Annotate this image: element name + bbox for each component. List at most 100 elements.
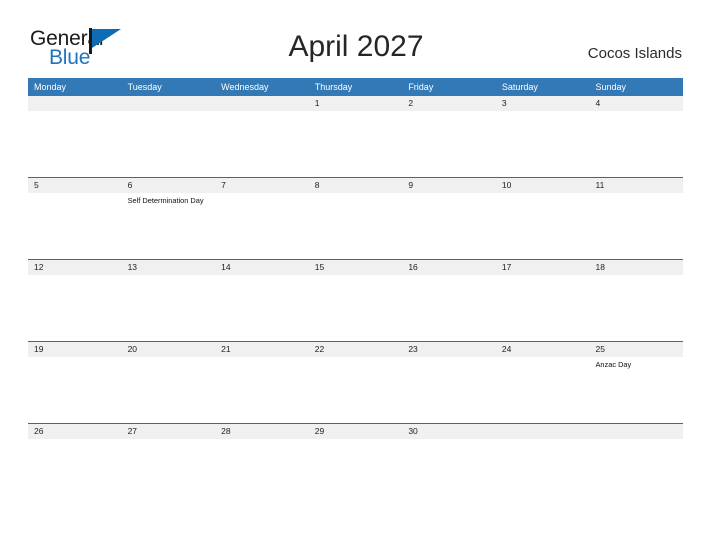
calendar-day-cell[interactable]: 7 [215,178,309,259]
day-events [402,111,496,114]
day-number-strip: 26 [28,424,122,439]
calendar-week-row: 26 27 28 29 30 [28,423,684,505]
calendar-day-cell-empty [589,424,684,505]
calendar-day-cell[interactable]: 24 [495,342,590,423]
day-number: 3 [501,98,507,108]
day-events [122,439,216,442]
week-band: 12 13 14 15 16 17 18 [28,260,684,341]
day-number-strip: 19 [28,342,122,357]
calendar-week-row: 12 13 14 15 16 17 18 [28,259,684,341]
calendar-day-cell[interactable]: 22 [308,342,403,423]
day-number-strip: 1 [308,96,403,111]
day-number: 13 [127,262,138,272]
day-number: 2 [408,98,414,108]
day-number: 8 [314,180,320,190]
calendar-day-cell[interactable]: 23 [402,342,496,423]
calendar-day-cell[interactable]: 8 [308,178,403,259]
day-events [215,193,309,196]
calendar-day-cell[interactable]: 5 [28,178,122,259]
day-number: 20 [127,344,138,354]
calendar-day-cell[interactable]: 6 Self Determination Day [121,178,216,259]
calendar-day-cell[interactable]: 25 Anzac Day [589,342,684,423]
calendar-day-cell[interactable]: 18 [589,260,684,341]
weekday-header-wednesday: Wednesday [221,82,269,92]
calendar-day-cell[interactable]: 28 [215,424,309,505]
day-number-strip: 16 [402,260,496,275]
day-number: 1 [314,98,320,108]
day-events: Self Determination Day [122,193,216,207]
day-number: 9 [408,180,414,190]
day-number-strip: 18 [589,260,684,275]
day-number: 28 [221,426,231,436]
day-events: Anzac Day [589,357,683,371]
calendar-day-cell[interactable]: 11 [589,178,684,259]
day-events [28,439,122,442]
calendar-day-cell[interactable]: 29 [308,424,403,505]
calendar-day-cell[interactable]: 4 [589,96,684,177]
day-events [402,357,496,360]
calendar-day-cell[interactable]: 15 [308,260,403,341]
day-number: 27 [127,426,138,436]
day-events [215,275,309,278]
calendar-day-cell[interactable]: 20 [121,342,216,423]
day-number-strip: 6 [121,178,216,193]
calendar-day-cell[interactable]: 2 [402,96,496,177]
calendar-day-cell[interactable]: 30 [402,424,496,505]
weekday-header-monday: Monday [34,82,67,92]
day-number-strip [121,96,216,111]
day-number: 26 [34,426,44,436]
day-events [309,193,403,196]
calendar-day-cell-empty [28,96,122,177]
day-number: 23 [408,344,418,354]
calendar-day-cell[interactable]: 16 [402,260,496,341]
day-events [28,275,122,278]
calendar-day-cell[interactable]: 13 [121,260,216,341]
calendar-day-cell[interactable]: 21 [215,342,309,423]
calendar-day-cell[interactable]: 26 [28,424,122,505]
calendar-day-cell-empty [495,424,590,505]
day-events [496,275,590,278]
day-number-strip: 29 [308,424,403,439]
day-events [496,357,590,360]
day-events [496,111,590,114]
weekday-header-tuesday: Tuesday [127,82,162,92]
day-number: 21 [221,344,231,354]
day-number: 7 [221,180,226,190]
calendar-day-cell[interactable]: 3 [495,96,590,177]
calendar-day-cell[interactable]: 17 [495,260,590,341]
day-number-strip: 27 [121,424,216,439]
day-number-strip: 15 [308,260,403,275]
calendar-day-cell[interactable]: 9 [402,178,496,259]
day-number-strip [215,96,309,111]
calendar-week-row: 19 20 21 22 23 24 25 Anzac Day [28,341,684,423]
day-number: 10 [501,180,512,190]
weekday-header-friday: Friday [408,82,434,92]
day-number: 6 [127,180,133,190]
day-number: 25 [595,344,605,354]
week-band: 5 6 Self Determination Day 7 8 9 10 11 [28,178,684,259]
day-events [402,193,496,196]
day-number: 16 [408,262,418,272]
calendar-grid: Monday Tuesday Wednesday Thursday Friday… [28,78,684,505]
calendar-day-cell[interactable]: 14 [215,260,309,341]
day-number-strip: 8 [308,178,403,193]
day-events [122,111,216,114]
day-events [122,275,216,278]
day-events [215,357,309,360]
calendar-day-cell[interactable]: 10 [495,178,590,259]
calendar-day-cell[interactable]: 1 [308,96,403,177]
calendar-day-cell[interactable]: 27 [121,424,216,505]
day-events [309,111,403,114]
day-number-strip: 3 [495,96,590,111]
week-band: 19 20 21 22 23 24 25 Anzac Day [28,342,684,423]
calendar-day-cell-empty [215,96,309,177]
day-number-strip: 28 [215,424,309,439]
day-events [28,193,122,196]
day-number: 5 [34,180,39,190]
day-number-strip: 7 [215,178,309,193]
day-events [28,111,122,114]
day-events [215,111,309,114]
calendar-day-cell[interactable]: 19 [28,342,122,423]
holiday-event-label: Self Determination Day [127,196,204,205]
calendar-day-cell[interactable]: 12 [28,260,122,341]
